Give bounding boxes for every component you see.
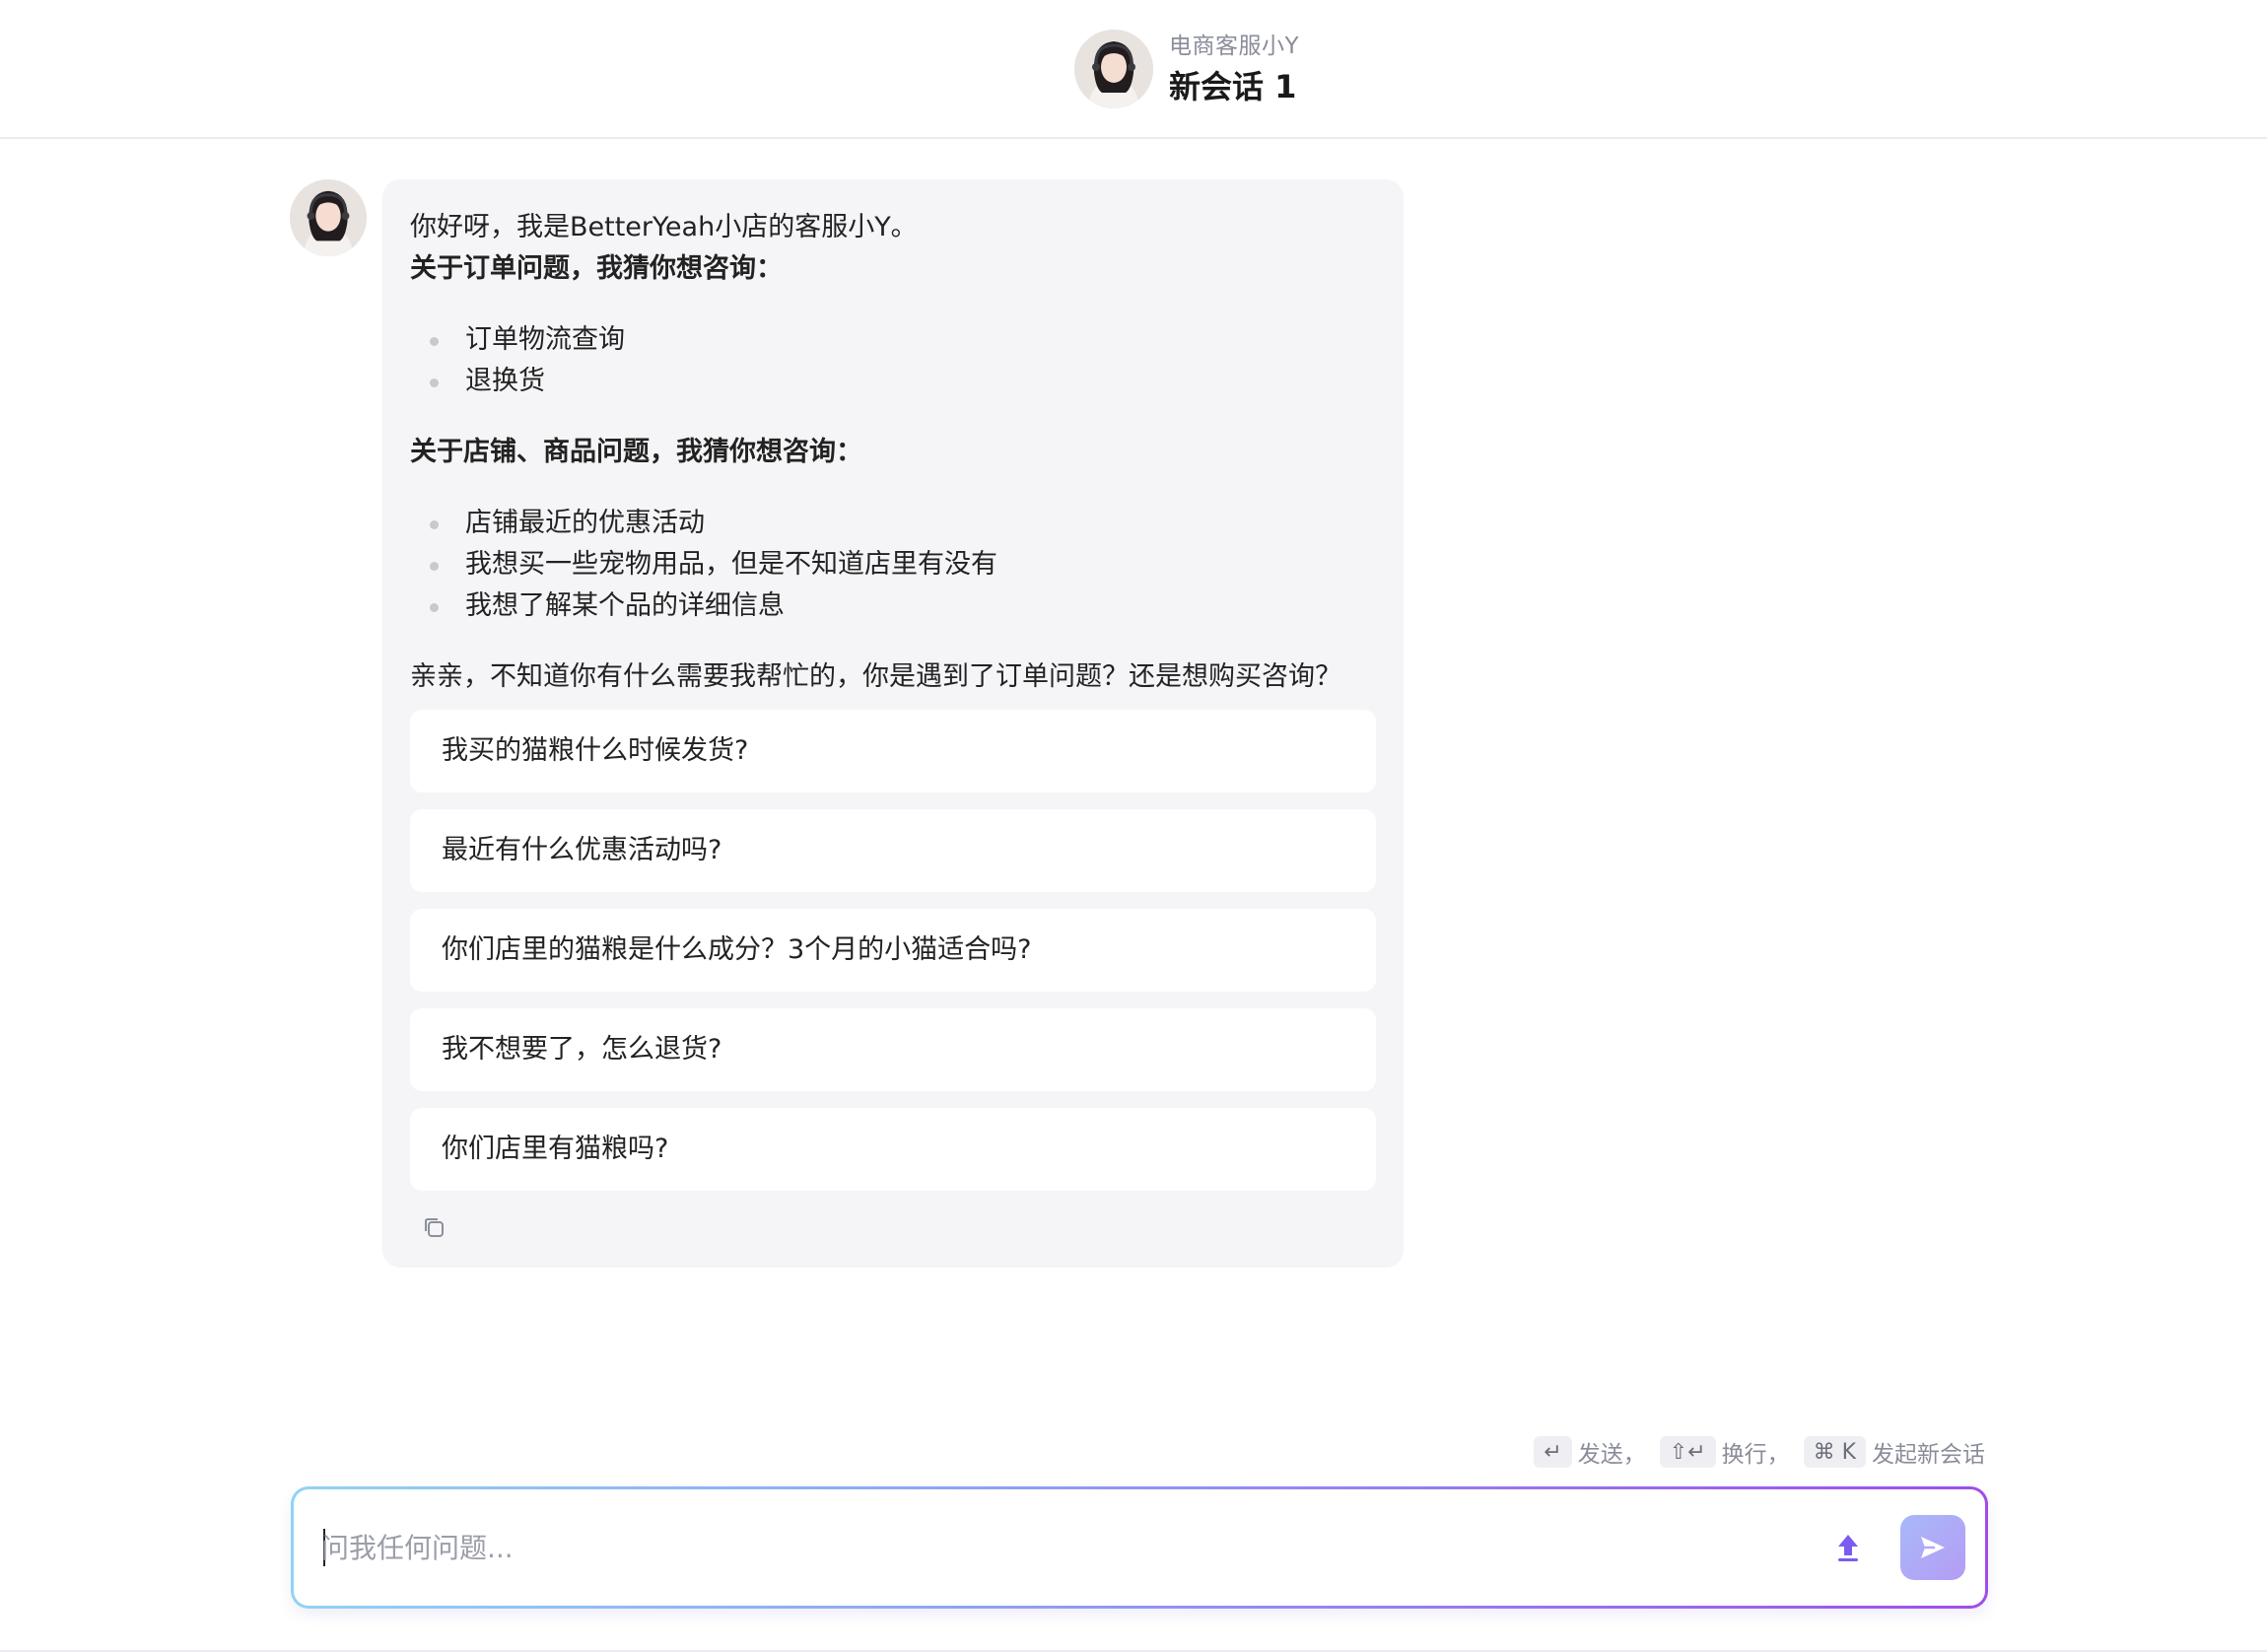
chat-input-box [291,1486,1988,1609]
avatar-image [290,179,367,256]
chat-header: 电商客服小Y 新会话 1 [0,0,2267,139]
list-item: 我想了解某个品的详细信息 [410,585,1376,627]
header-text: 电商客服小Y 新会话 1 [1169,31,1299,107]
avatar-image [1074,30,1153,108]
list-item: 店铺最近的优惠活动 [410,503,1376,544]
order-heading: 关于订单问题，我猜你想咨询： [410,253,783,284]
closing-text: 亲亲，不知道你有什么需要我帮忙的，你是遇到了订单问题？还是想购买咨询？ [410,661,1341,692]
copy-icon[interactable] [420,1212,447,1240]
suggested-question-button[interactable]: 你们店里的猫粮是什么成分？3个月的小猫适合吗? [410,909,1376,992]
message-avatar [290,179,367,256]
enter-key-badge: ↵ [1534,1436,1572,1468]
newline-hint: 换行， [1721,1442,1790,1468]
list-item: 我想买一些宠物用品，但是不知道店里有没有 [410,544,1376,585]
cmd-k-key-badge: ⌘ K [1803,1436,1866,1468]
send-button[interactable] [1900,1515,1965,1580]
suggested-question-button[interactable]: 你们店里有猫粮吗? [410,1108,1376,1191]
bot-name: 电商客服小Y [1169,34,1300,59]
session-title: 新会话 1 [1169,68,1297,105]
bot-message-bubble: 你好呀，我是BetterYeah小店的客服小Y。 关于订单问题，我猜你想咨询： … [382,179,1404,1268]
bot-avatar [1074,30,1153,108]
suggested-question-button[interactable]: 我不想要了，怎么退货? [410,1008,1376,1091]
bot-message-row: 你好呀，我是BetterYeah小店的客服小Y。 关于订单问题，我猜你想咨询： … [290,179,1404,1268]
greeting-text: 你好呀，我是BetterYeah小店的客服小Y。 [410,212,918,242]
chat-input-inner [294,1489,1985,1606]
list-item: 退换货 [410,361,1376,402]
order-topics-list: 订单物流查询 退换货 [410,319,1376,402]
send-hint: 发送， [1577,1442,1646,1468]
list-item: 订单物流查询 [410,319,1376,361]
shop-topics-list: 店铺最近的优惠活动 我想买一些宠物用品，但是不知道店里有没有 我想了解某个品的详… [410,503,1376,627]
shop-heading: 关于店铺、商品问题，我猜你想咨询： [410,437,862,467]
chat-input[interactable] [321,1489,1800,1606]
new-session-hint: 发起新会话 [1872,1442,1985,1468]
suggested-question-button[interactable]: 最近有什么优惠活动吗? [410,809,1376,892]
suggested-question-button[interactable]: 我买的猫粮什么时候发货? [410,710,1376,792]
header-identity: 电商客服小Y 新会话 1 [1074,29,1299,109]
suggested-questions: 我买的猫粮什么时候发货? 最近有什么优惠活动吗? 你们店里的猫粮是什么成分？3个… [410,710,1376,1191]
upload-icon[interactable] [1829,1529,1867,1566]
keyboard-shortcut-hints: ↵ 发送， ⇧↵ 换行， ⌘ K 发起新会话 [1534,1435,1985,1469]
send-icon [1921,1537,1945,1558]
shift-enter-key-badge: ⇧↵ [1659,1436,1716,1468]
